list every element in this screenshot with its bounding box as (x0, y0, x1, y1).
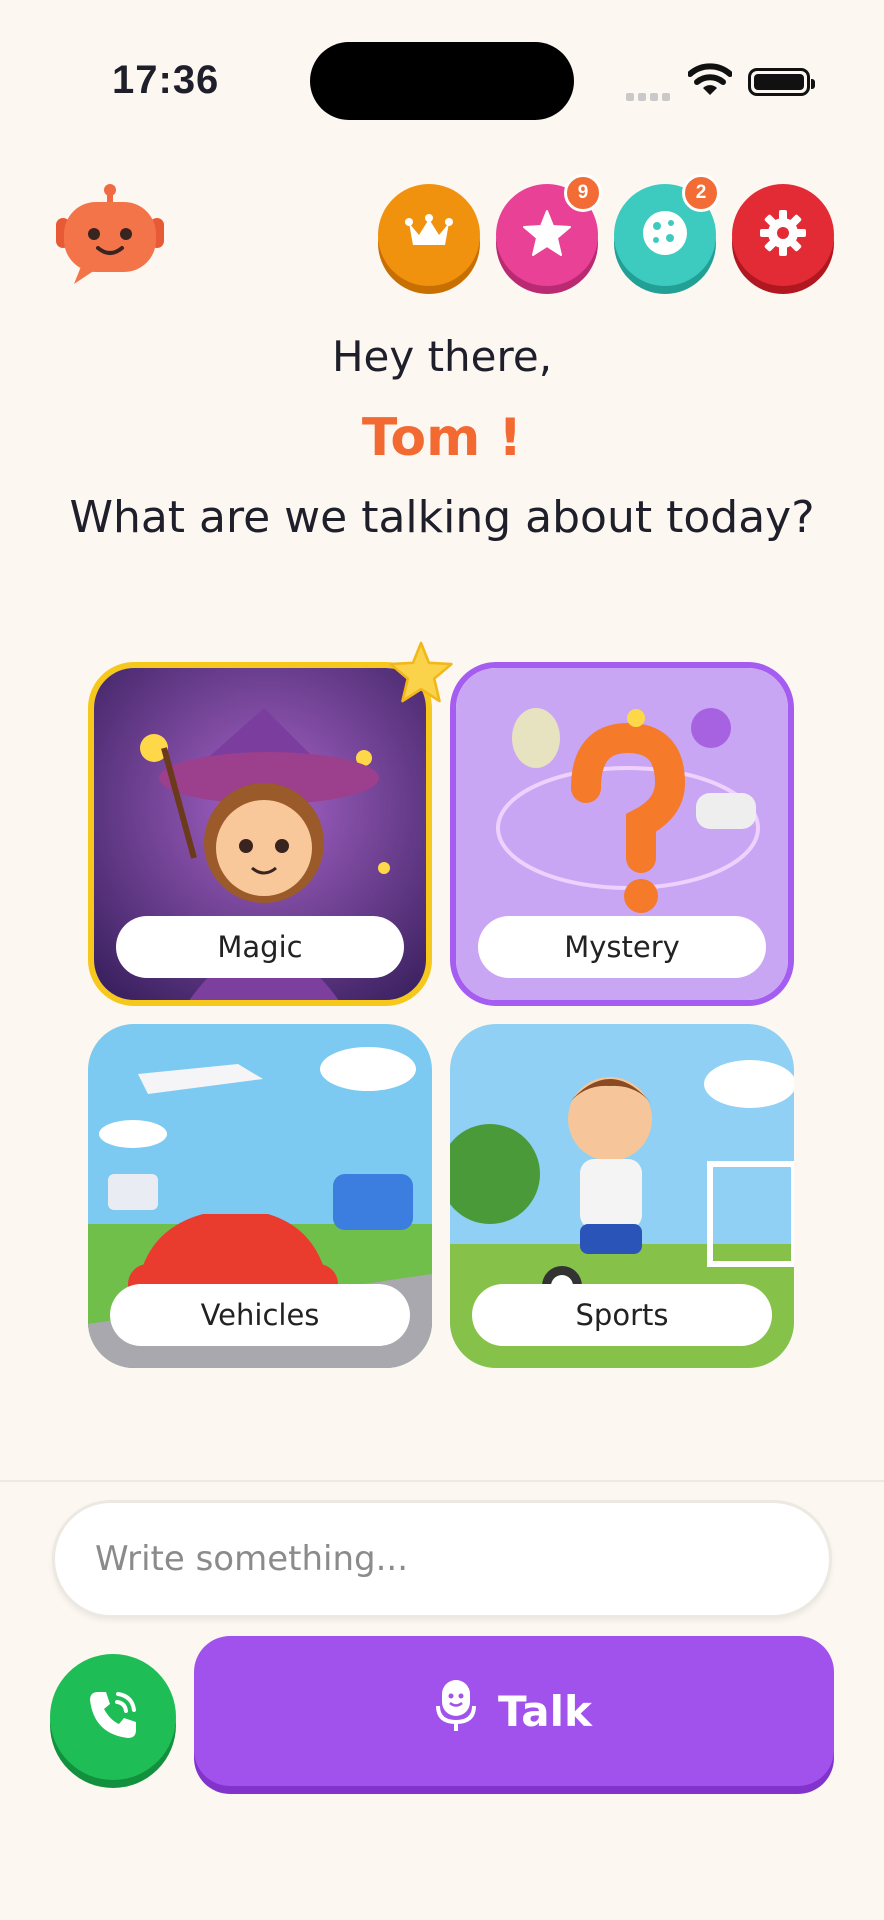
talk-label: Talk (498, 1686, 592, 1736)
stickers-button[interactable]: 2 (614, 174, 720, 286)
wifi-icon (687, 62, 733, 98)
composer-divider (0, 1480, 884, 1482)
stickers-count-badge: 2 (682, 174, 720, 212)
stars-count-badge: 9 (564, 174, 602, 212)
microphone-icon (436, 1678, 477, 1744)
battery-icon (748, 68, 815, 96)
topic-label: Sports (472, 1284, 772, 1346)
selected-star-icon (388, 640, 454, 708)
greeting-question: What are we talking about today? (69, 492, 815, 543)
crown-button[interactable] (378, 184, 480, 286)
cookie-icon (640, 208, 690, 262)
topic-card-sports[interactable]: Sports (450, 1024, 794, 1368)
topic-label: Mystery (478, 916, 766, 978)
gear-icon (758, 208, 808, 262)
cellular-signal-icon (626, 86, 674, 101)
settings-button[interactable] (732, 184, 834, 286)
message-input[interactable] (95, 1539, 829, 1579)
user-name: Tom ! (361, 408, 523, 468)
dynamic-island (310, 42, 574, 120)
phone-call-icon (84, 1686, 142, 1748)
greeting-line: Hey there, (331, 332, 553, 381)
crown-icon (405, 213, 453, 257)
stars-button[interactable]: 9 (496, 174, 602, 286)
call-button[interactable] (50, 1654, 176, 1780)
topic-label: Vehicles (110, 1284, 410, 1346)
robot-chat-icon[interactable] (52, 184, 168, 288)
topic-card-vehicles[interactable]: Vehicles (88, 1024, 432, 1368)
status-time: 17:36 (112, 58, 220, 102)
topic-label: Magic (116, 916, 404, 978)
topic-card-magic[interactable]: Magic (88, 662, 432, 1006)
topic-card-mystery[interactable]: Mystery (450, 662, 794, 1006)
star-icon (522, 209, 572, 261)
talk-button[interactable]: Talk (194, 1636, 834, 1786)
message-input-container (52, 1500, 832, 1618)
